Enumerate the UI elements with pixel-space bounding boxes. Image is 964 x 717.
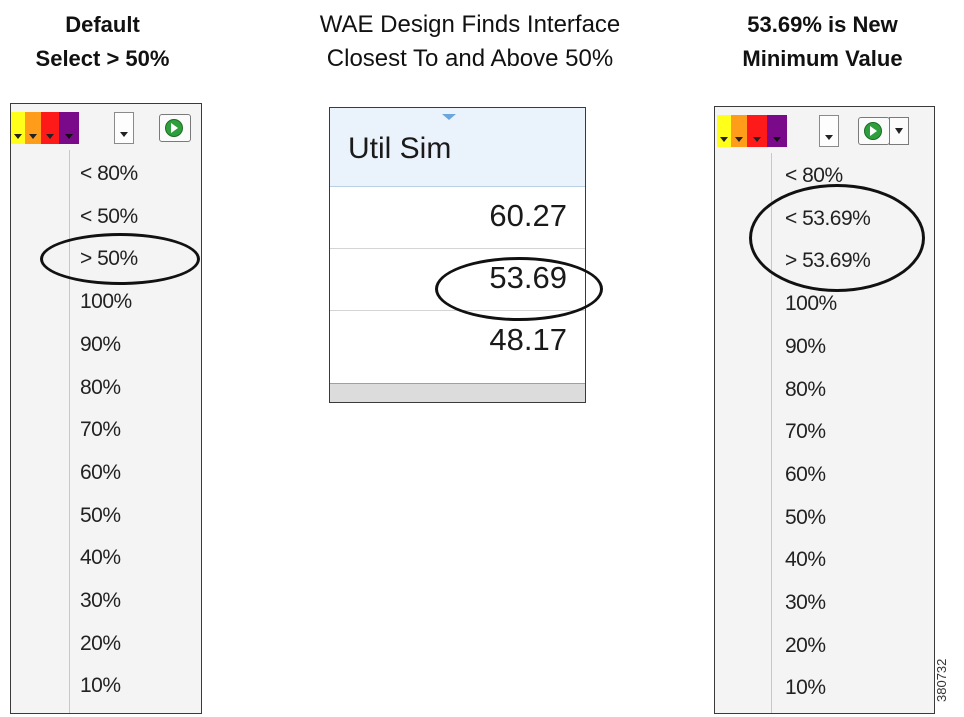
right-dropdown-panel: < 80% < 53.69% > 53.69% 100% 90% 80% 70% 60% 50%… [714,106,935,714]
dropdown-arrow-icon [773,137,781,142]
threshold-option[interactable]: 100% [785,292,837,316]
dropdown-arrow-icon [735,137,743,142]
left-list-divider [69,150,70,713]
red-swatch-button[interactable] [41,112,59,144]
threshold-option[interactable]: < 53.69% [785,207,871,231]
dropdown-arrow-icon [895,128,903,134]
threshold-option[interactable]: 50% [80,504,121,528]
caption-left-line2: Select > 50% [35,46,170,71]
caption-right-line1: 53.69% is New [747,12,898,37]
dropdown-arrow-icon [120,132,128,137]
play-button[interactable] [858,117,890,145]
threshold-option[interactable]: 20% [785,634,826,658]
column-header-label: Util Sim [348,132,452,165]
figure-id: 380732 [934,658,949,702]
yellow-swatch-button[interactable] [717,115,731,147]
purple-swatch-button[interactable] [767,115,787,147]
play-options-dropdown[interactable] [889,117,909,145]
dropdown-arrow-icon [720,137,728,142]
caption-middle-line1: WAE Design Finds Interface [319,11,621,38]
play-icon [165,119,183,137]
caption-right: 53.69% is New Minimum Value [700,8,945,76]
threshold-option[interactable]: < 80% [80,162,138,186]
threshold-option[interactable]: 90% [785,335,826,359]
play-button[interactable] [159,114,191,142]
left-dropdown-panel: < 80% < 50% > 50% 100% 90% 80% 70% 60% 50% 40% 30%… [10,103,202,714]
play-icon [864,122,882,140]
threshold-option[interactable]: 30% [80,589,121,613]
right-toolbar [715,107,934,153]
orange-swatch-button[interactable] [731,115,747,147]
sort-indicator-icon [442,114,456,120]
right-list-divider [771,153,772,713]
caption-right-line2: Minimum Value [742,46,903,71]
threshold-option[interactable]: > 50% [80,247,138,271]
red-swatch-button[interactable] [747,115,767,147]
dropdown-arrow-icon [753,137,761,142]
table-row[interactable]: 48.17 [330,310,585,372]
threshold-option[interactable]: 20% [80,632,121,656]
grid-scrollbar[interactable] [330,383,585,402]
dropdown-arrow-icon [65,134,73,139]
threshold-option[interactable]: 70% [80,418,121,442]
caption-left: Default Select > 50% [0,8,205,76]
left-toolbar [11,104,201,150]
threshold-option[interactable]: 10% [80,674,121,698]
yellow-swatch-button[interactable] [11,112,25,144]
table-row[interactable]: 53.69 [330,248,585,311]
caption-middle: WAE Design Finds Interface Closest To an… [255,8,685,76]
table-row[interactable]: 60.27 [330,186,585,249]
threshold-option[interactable]: < 80% [785,164,843,188]
dropdown-arrow-icon [825,135,833,140]
threshold-option[interactable]: 80% [80,376,121,400]
threshold-option[interactable]: > 53.69% [785,249,871,273]
threshold-option[interactable]: 10% [785,676,826,700]
column-header[interactable]: Util Sim [330,108,585,187]
threshold-option[interactable]: < 50% [80,205,138,229]
threshold-option[interactable]: 70% [785,420,826,444]
threshold-option[interactable]: 30% [785,591,826,615]
orange-swatch-button[interactable] [25,112,41,144]
threshold-option[interactable]: 90% [80,333,121,357]
threshold-option[interactable]: 100% [80,290,132,314]
table-cell-value: 48.17 [489,322,567,357]
threshold-dropdown[interactable] [114,112,134,144]
threshold-option[interactable]: 50% [785,506,826,530]
util-sim-column: Util Sim 60.27 53.69 48.17 [329,107,586,403]
caption-left-line1: Default [65,12,140,37]
threshold-option[interactable]: 40% [785,548,826,572]
caption-middle-line2: Closest To and Above 50% [326,45,614,72]
threshold-option[interactable]: 80% [785,378,826,402]
threshold-option[interactable]: 60% [785,463,826,487]
dropdown-arrow-icon [46,134,54,139]
threshold-dropdown[interactable] [819,115,839,147]
dropdown-arrow-icon [14,134,22,139]
table-cell-value: 60.27 [489,198,567,233]
threshold-option[interactable]: 60% [80,461,121,485]
purple-swatch-button[interactable] [59,112,79,144]
threshold-option[interactable]: 40% [80,546,121,570]
table-cell-value: 53.69 [489,260,567,295]
dropdown-arrow-icon [29,134,37,139]
